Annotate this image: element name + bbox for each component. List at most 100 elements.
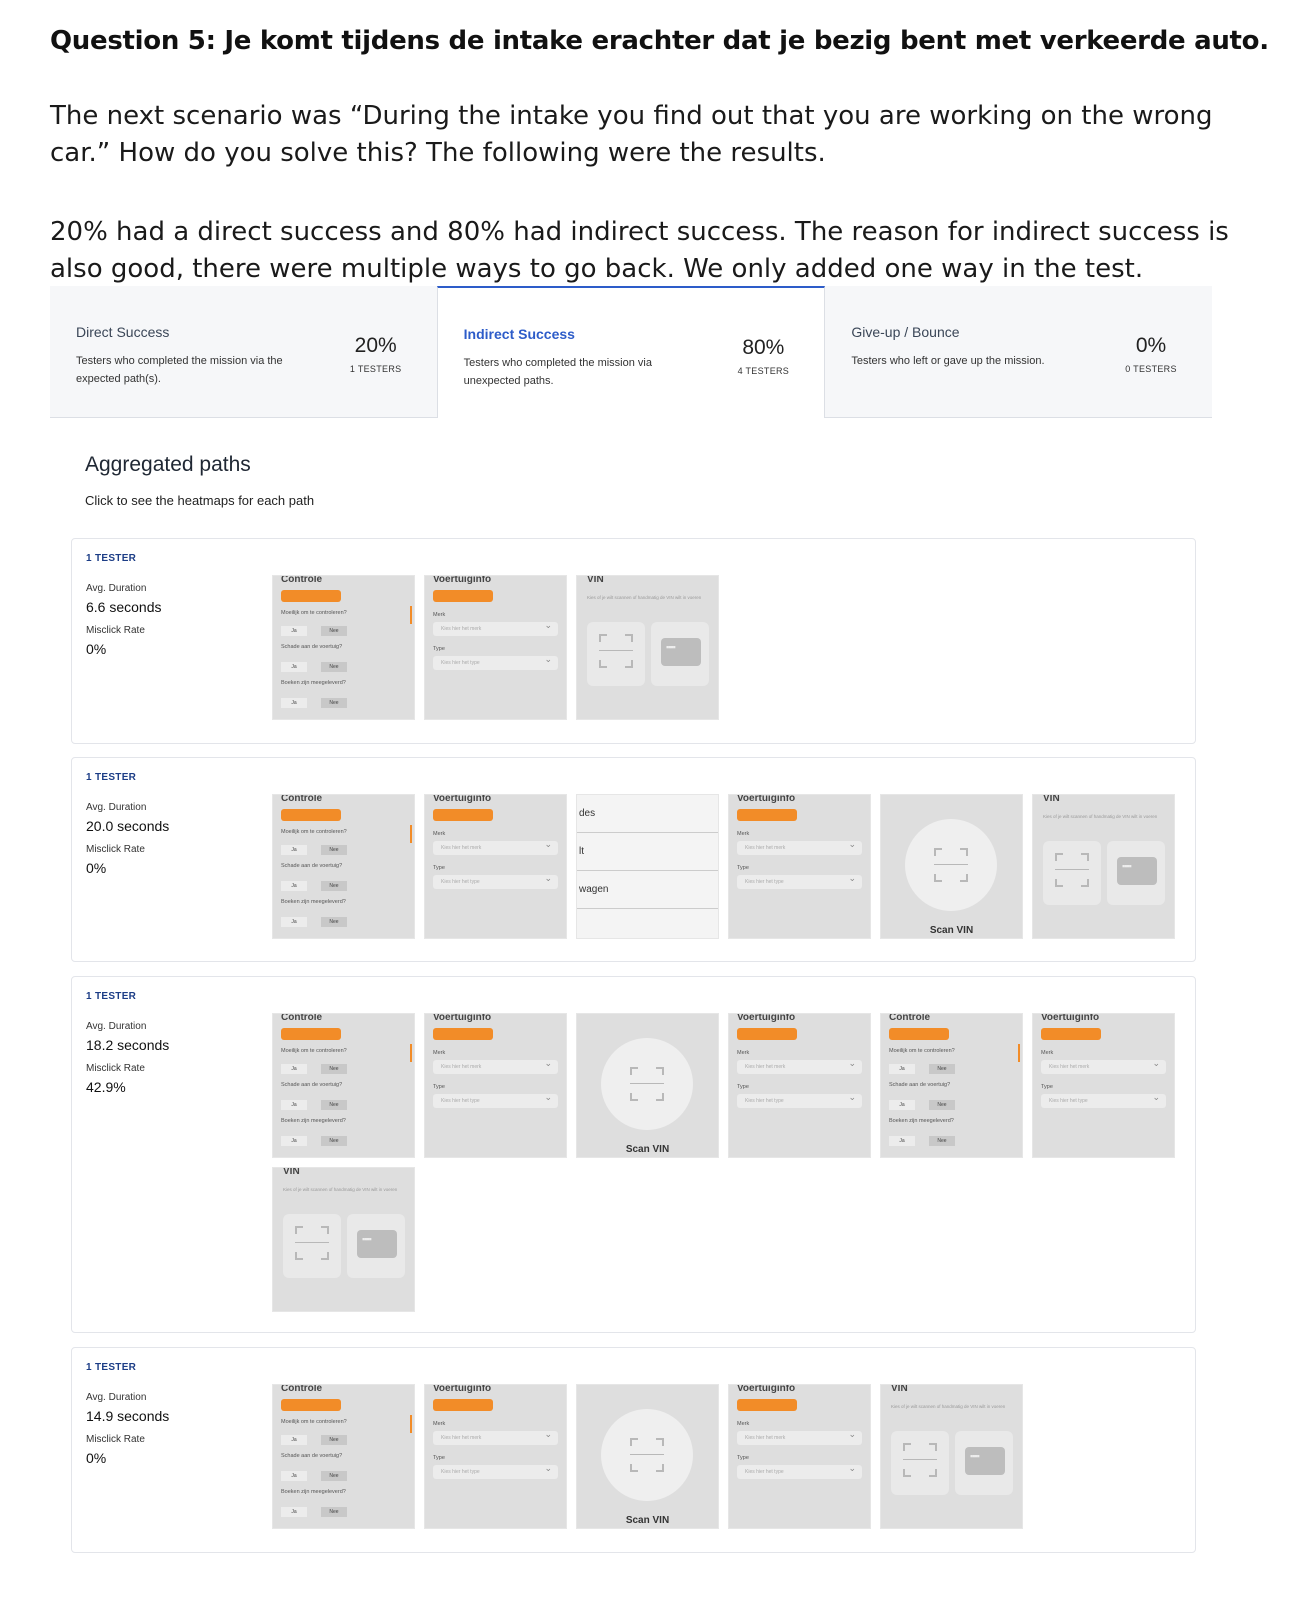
screen-header: VIN bbox=[587, 575, 604, 585]
question-label: Moeilijk om te controleren? bbox=[281, 1419, 347, 1425]
question-label: Moeilijk om te controleren? bbox=[889, 1048, 955, 1054]
duration-value: 6.6 seconds bbox=[86, 599, 162, 615]
scroll-indicator bbox=[410, 1415, 412, 1433]
screen-thumbnail-scan-vin[interactable]: Scan VIN bbox=[880, 794, 1023, 939]
screen-thumbnail-vin[interactable]: VIN Kies of je wilt scannen of handmatig… bbox=[880, 1384, 1023, 1529]
screen-thumbnail-voertuiginfo[interactable]: Voertuiginfo Merk Kies hier het merk Typ… bbox=[728, 1384, 871, 1529]
scroll-indicator bbox=[410, 606, 412, 624]
merk-select: Kies hier het merk bbox=[433, 618, 558, 636]
tester-count: 1 TESTER bbox=[86, 991, 137, 1002]
path-card[interactable]: 1 TESTER Avg. Duration 6.6 seconds Miscl… bbox=[71, 538, 1196, 744]
type-select: Kies hier het type bbox=[433, 1090, 558, 1108]
tester-count: 1 TESTER bbox=[86, 553, 137, 564]
field-label: Merk bbox=[737, 831, 750, 837]
yes-button: Ja bbox=[281, 845, 307, 855]
screen-thumbnail-controle[interactable]: Controle Moeilijk om te controleren? Ja … bbox=[272, 1013, 415, 1158]
stat-direct-success[interactable]: Direct Success Testers who completed the… bbox=[50, 286, 437, 418]
scroll-indicator bbox=[410, 825, 412, 843]
path-card[interactable]: 1 TESTER Avg. Duration 14.9 seconds Misc… bbox=[71, 1347, 1196, 1553]
screen-header: Controle bbox=[889, 1013, 931, 1023]
stat-give-up[interactable]: Give-up / Bounce Testers who left or gav… bbox=[825, 286, 1213, 418]
keyboard-icon bbox=[965, 1447, 1005, 1475]
field-label: Merk bbox=[1041, 1050, 1054, 1056]
status-pill bbox=[433, 809, 493, 821]
keyboard-icon bbox=[661, 638, 701, 666]
screen-thumbnail-voertuiginfo[interactable]: Voertuiginfo Merk Kies hier het merk Typ… bbox=[1032, 1013, 1175, 1158]
yes-button: Ja bbox=[889, 1064, 915, 1074]
screen-thumbnail-voertuiginfo[interactable]: Voertuiginfo Merk Kies hier het merk Typ… bbox=[424, 575, 567, 720]
scan-button bbox=[905, 819, 997, 911]
yes-button: Ja bbox=[281, 881, 307, 891]
scan-button bbox=[601, 1409, 693, 1501]
no-button: Nee bbox=[321, 1507, 347, 1517]
yes-button: Ja bbox=[281, 626, 307, 636]
status-pill bbox=[433, 1028, 493, 1040]
screen-thumbnail-voertuiginfo[interactable]: Voertuiginfo Merk Kies hier het merk Typ… bbox=[728, 794, 871, 939]
screen-thumbnail-brand-list[interactable]: des lt wagen bbox=[576, 794, 719, 939]
question-label: Boeken zijn meegeleverd? bbox=[281, 1489, 346, 1495]
field-label: Type bbox=[433, 1455, 445, 1461]
screen-thumbnail-controle[interactable]: Controle Moeilijk om te controleren? Ja … bbox=[272, 794, 415, 939]
scan-frame-icon bbox=[630, 1067, 664, 1101]
scan-label: Scan VIN bbox=[929, 925, 974, 936]
scan-frame-icon bbox=[599, 634, 633, 668]
keyboard-icon bbox=[1117, 857, 1157, 885]
screen-thumbnail-controle[interactable]: Controle Moeilijk om te controleren? Ja … bbox=[272, 575, 415, 720]
screen-thumbnail-voertuiginfo[interactable]: Voertuiginfo Merk Kies hier het merk Typ… bbox=[424, 794, 567, 939]
screen-thumbnail-vin[interactable]: VIN Kies of je wilt scannen of handmatig… bbox=[272, 1167, 415, 1312]
question-label: Schade aan de voertuig? bbox=[281, 1082, 343, 1088]
vin-description: Kies of je wilt scannen of handmatig de … bbox=[283, 1187, 398, 1192]
no-button: Nee bbox=[321, 1435, 347, 1445]
status-pill bbox=[737, 1399, 797, 1411]
stat-count: 4 TESTERS bbox=[737, 366, 790, 376]
status-pill bbox=[737, 1028, 797, 1040]
status-pill bbox=[433, 590, 493, 602]
duration-value: 14.9 seconds bbox=[86, 1408, 170, 1424]
screen-header: VIN bbox=[891, 1384, 908, 1394]
question-label: Schade aan de voertuig? bbox=[281, 863, 343, 869]
status-pill bbox=[281, 1399, 341, 1411]
field-label: Type bbox=[433, 1084, 445, 1090]
screen-thumbnail-voertuiginfo[interactable]: Voertuiginfo Merk Kies hier het merk Typ… bbox=[424, 1013, 567, 1158]
field-label: Type bbox=[433, 865, 445, 871]
status-pill bbox=[889, 1028, 949, 1040]
status-pill bbox=[433, 1399, 493, 1411]
stat-title: Direct Success bbox=[76, 324, 170, 340]
duration-label: Avg. Duration bbox=[86, 1392, 147, 1403]
vin-description: Kies of je wilt scannen of handmatig de … bbox=[891, 1404, 1006, 1409]
vin-description: Kies of je wilt scannen of handmatig de … bbox=[587, 595, 702, 600]
screen-thumbnail-voertuiginfo[interactable]: Voertuiginfo Merk Kies hier het merk Typ… bbox=[424, 1384, 567, 1529]
screen-header: Controle bbox=[281, 1013, 323, 1023]
scan-option-card bbox=[283, 1214, 341, 1278]
screen-thumbnail-vin[interactable]: VIN Kies of je wilt scannen of handmatig… bbox=[1032, 794, 1175, 939]
screen-header: Voertuiginfo bbox=[433, 794, 492, 804]
type-select: Kies hier het type bbox=[737, 871, 862, 889]
question-label: Schade aan de voertuig? bbox=[889, 1082, 951, 1088]
scan-frame-icon bbox=[903, 1443, 937, 1477]
success-stats: Direct Success Testers who completed the… bbox=[50, 286, 1213, 418]
screen-thumbnail-controle[interactable]: Controle Moeilijk om te controleren? Ja … bbox=[272, 1384, 415, 1529]
no-button: Nee bbox=[321, 917, 347, 927]
screen-header: Voertuiginfo bbox=[737, 1384, 796, 1394]
field-label: Merk bbox=[433, 831, 446, 837]
screen-thumbnail-vin[interactable]: VIN Kies of je wilt scannen of handmatig… bbox=[576, 575, 719, 720]
screen-thumbnail-controle[interactable]: Controle Moeilijk om te controleren? Ja … bbox=[880, 1013, 1023, 1158]
scan-frame-icon bbox=[1055, 853, 1089, 887]
scan-option-card bbox=[1043, 841, 1101, 905]
path-card[interactable]: 1 TESTER Avg. Duration 18.2 seconds Misc… bbox=[71, 976, 1196, 1333]
scenario-paragraph: The next scenario was “During the intake… bbox=[50, 101, 1213, 168]
scan-frame-icon bbox=[295, 1226, 329, 1260]
misclick-value: 0% bbox=[86, 641, 107, 657]
path-card[interactable]: 1 TESTER Avg. Duration 20.0 seconds Misc… bbox=[71, 757, 1196, 962]
screen-header: Voertuiginfo bbox=[433, 575, 492, 585]
status-pill bbox=[737, 809, 797, 821]
screen-header: Voertuiginfo bbox=[1041, 1013, 1100, 1023]
screen-thumbnail-voertuiginfo[interactable]: Voertuiginfo Merk Kies hier het merk Typ… bbox=[728, 1013, 871, 1158]
field-label: Type bbox=[1041, 1084, 1053, 1090]
stat-indirect-success[interactable]: Indirect Success Testers who completed t… bbox=[436, 286, 826, 418]
screen-thumbnail-scan-vin[interactable]: Scan VIN bbox=[576, 1384, 719, 1529]
field-label: Type bbox=[433, 646, 445, 652]
field-label: Type bbox=[737, 865, 749, 871]
stat-percentage: 20% bbox=[354, 334, 397, 357]
screen-thumbnail-scan-vin[interactable]: Scan VIN bbox=[576, 1013, 719, 1158]
